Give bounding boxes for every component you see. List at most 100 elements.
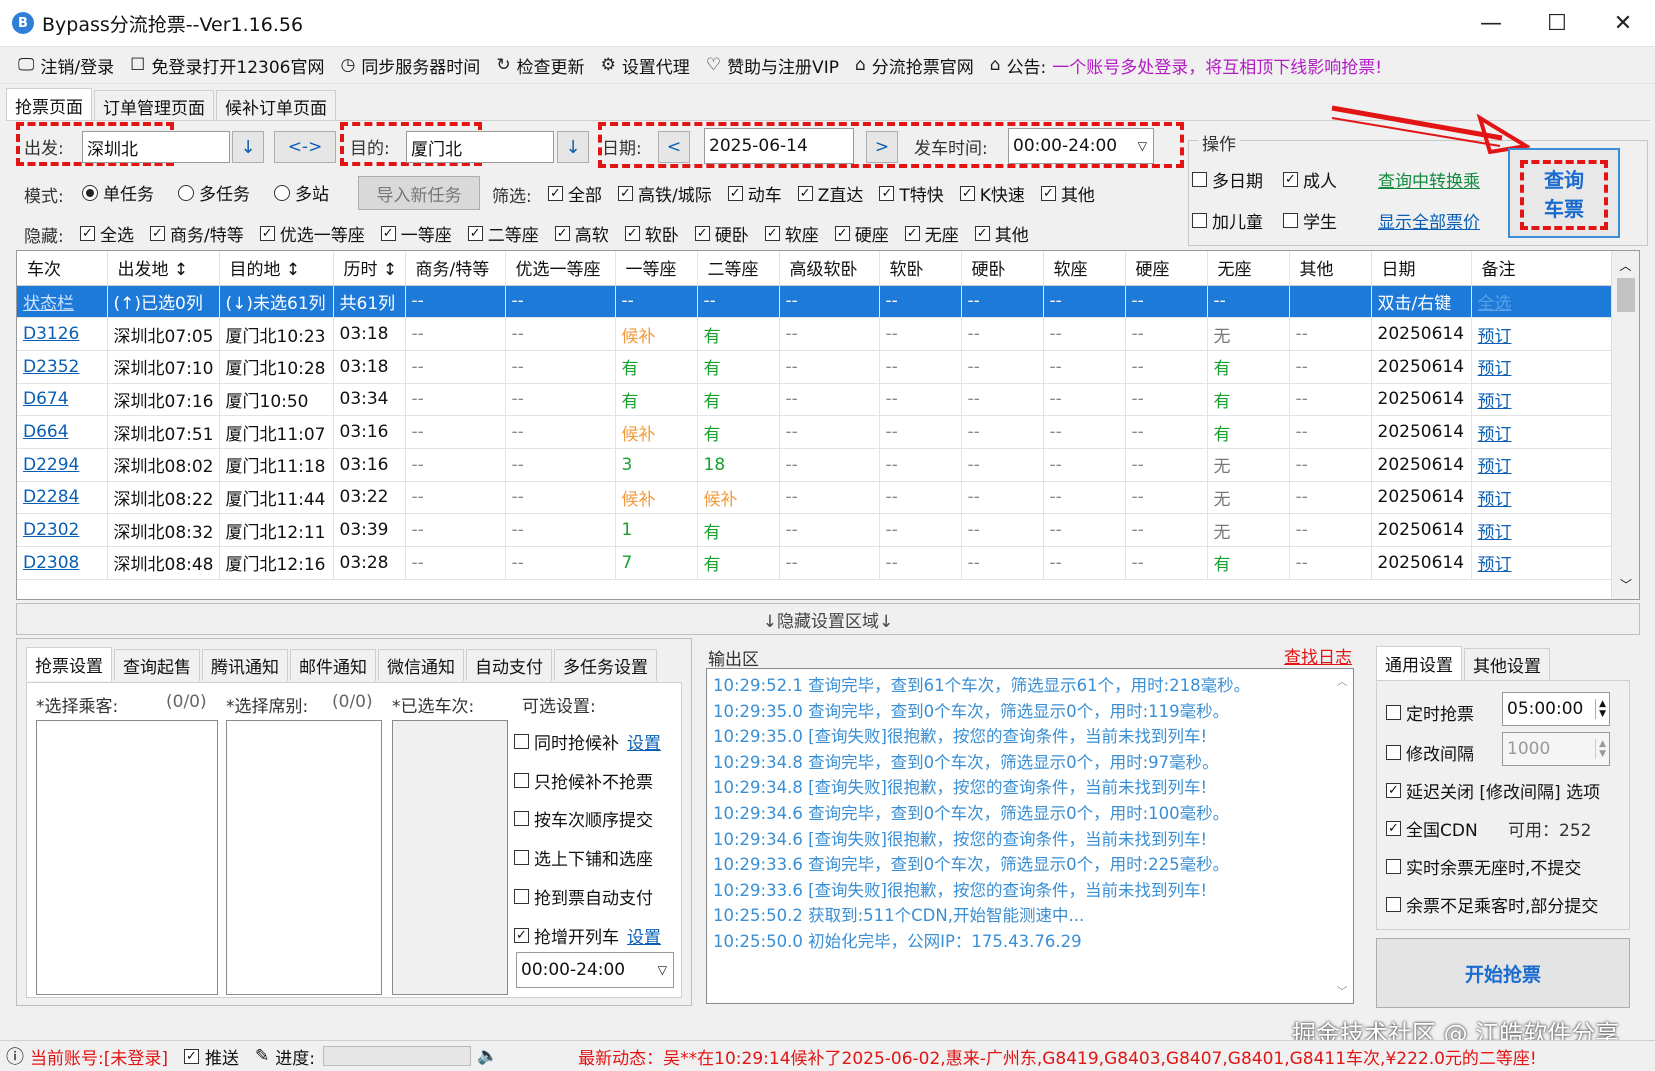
toolbar-sponsor-vip[interactable]: ♡ 赞助与注册VIP xyxy=(706,53,839,78)
option-2[interactable]: 按车次顺序提交 xyxy=(514,806,653,831)
settings-tab-3[interactable]: 邮件通知 xyxy=(290,649,376,681)
scroll-down-icon[interactable]: ﹀ xyxy=(1612,576,1639,593)
column-header[interactable]: 出发地 ↕ xyxy=(107,251,220,286)
train-number-link[interactable]: D2294 xyxy=(17,448,108,482)
filter-3[interactable]: ✓ Z直达 xyxy=(797,181,863,206)
hide-6[interactable]: ✓ 软卧 xyxy=(624,221,679,246)
option-settings-link[interactable]: 设置 xyxy=(627,729,661,754)
column-header[interactable]: 目的地 ↕ xyxy=(219,251,334,286)
start-grab-button[interactable]: 开始抢票 xyxy=(1376,938,1630,1008)
hide-9[interactable]: ✓ 硬座 xyxy=(834,221,889,246)
hide-7[interactable]: ✓ 硬卧 xyxy=(694,221,749,246)
train-number-link[interactable]: D2302 xyxy=(17,513,108,547)
tab-orders[interactable]: 订单管理页面 xyxy=(94,90,214,122)
option-5[interactable]: ✓ 抢增开列车 xyxy=(514,923,619,948)
hide-1[interactable]: ✓ 商务/特等 xyxy=(150,221,244,246)
toolbar-open-12306[interactable]: ☐ 免登录打开12306官网 xyxy=(130,53,324,78)
column-header[interactable]: 二等座 xyxy=(697,251,780,286)
speaker-icon[interactable]: 🔈 xyxy=(477,1046,498,1066)
filter-0[interactable]: ✓ 全部 xyxy=(548,181,602,206)
hide-8[interactable]: ✓ 软座 xyxy=(764,221,819,246)
grid-scrollbar[interactable]: ︿ ﹀ xyxy=(1611,251,1639,599)
column-header[interactable]: 车次 xyxy=(17,251,108,286)
filter-5[interactable]: ✓ K快速 xyxy=(959,181,1025,206)
book-link[interactable]: 预订 xyxy=(1471,481,1622,515)
general-tab-0[interactable]: 通用设置 xyxy=(1376,646,1462,680)
option-0[interactable]: 同时抢候补 xyxy=(514,729,619,754)
output-log[interactable]: 10:29:52.1 查询完毕，查到61个车次，筛选显示61个，用时:218毫秒… xyxy=(706,668,1354,1004)
train-number-link[interactable]: D2284 xyxy=(17,481,108,515)
column-header[interactable]: 硬座 xyxy=(1125,251,1208,286)
settings-tab-2[interactable]: 腾讯通知 xyxy=(202,649,288,681)
status-cell[interactable]: 全选 xyxy=(1471,285,1622,319)
import-task-button[interactable]: 导入新任务 xyxy=(358,176,480,210)
adult-checkbox[interactable]: ✓ 成人 xyxy=(1283,167,1337,192)
filter-6[interactable]: ✓ 其他 xyxy=(1040,181,1095,206)
tab-waitlist-orders[interactable]: 候补订单页面 xyxy=(216,90,336,122)
settings-tab-1[interactable]: 查询起售 xyxy=(114,649,200,681)
add-child-checkbox[interactable]: 加儿童 xyxy=(1192,208,1263,233)
find-log-link[interactable]: 查找日志 xyxy=(1284,643,1352,668)
scroll-thumb[interactable] xyxy=(1616,278,1635,312)
scroll-up-icon[interactable]: ︿ xyxy=(1331,673,1353,689)
table-row[interactable]: D674 深圳北07:16 厦门10:50 03:34 -- -- 有有 -- -- -- -- --… xyxy=(17,383,1622,417)
seat-list[interactable] xyxy=(226,720,382,995)
table-row[interactable]: D664 深圳北07:51 厦门北11:07 03:16 -- -- 候补有 -- -- -- --… xyxy=(17,415,1622,449)
column-header[interactable]: 软座 xyxy=(1043,251,1126,286)
filter-1[interactable]: ✓ 高铁/城际 xyxy=(618,181,712,206)
book-link[interactable]: 预订 xyxy=(1471,317,1622,351)
options-time-select[interactable]: 00:00-24:00 ▽ xyxy=(516,952,674,988)
cdn-checkbox[interactable]: ✓ 全国CDN xyxy=(1386,816,1478,841)
tab-grab-tickets[interactable]: 抢票页面 xyxy=(6,88,92,122)
show-all-price-link[interactable]: 显示全部票价 xyxy=(1378,208,1480,233)
passenger-list[interactable] xyxy=(36,720,218,995)
filter-2[interactable]: ✓ 动车 xyxy=(727,181,782,206)
status-cell[interactable]: 状态栏 xyxy=(17,285,108,319)
mode-single-radio[interactable]: 单任务 xyxy=(82,180,154,205)
book-link[interactable]: 预订 xyxy=(1471,513,1622,547)
table-row[interactable]: D2308 深圳北08:48 厦门北12:16 03:28 -- -- 7 有 -- -- -- --… xyxy=(17,546,1622,580)
column-header[interactable]: 硬卧 xyxy=(961,251,1044,286)
train-number-link[interactable]: D3126 xyxy=(17,317,108,351)
spinner-icon[interactable]: ▲ ▼ xyxy=(1595,739,1609,759)
swap-button[interactable]: <-> xyxy=(274,131,336,163)
option-3[interactable]: 选上下铺和选座 xyxy=(514,845,653,870)
hide-4[interactable]: ✓ 二等座 xyxy=(467,221,539,246)
option-4[interactable]: 抢到票自动支付 xyxy=(514,884,653,909)
minimize-button[interactable]: — xyxy=(1458,0,1524,46)
settings-tab-6[interactable]: 多任务设置 xyxy=(554,649,657,681)
option-1[interactable]: 只抢候补不抢票 xyxy=(514,768,653,793)
column-header[interactable]: 高级软卧 xyxy=(779,251,880,286)
maximize-button[interactable]: ☐ xyxy=(1524,0,1590,46)
train-number-link[interactable]: D674 xyxy=(17,383,108,417)
settings-tab-0[interactable]: 抢票设置 xyxy=(26,647,112,681)
toolbar-official-site[interactable]: ⌂ 分流抢票官网 xyxy=(855,53,974,78)
filter-4[interactable]: ✓ T特快 xyxy=(879,181,944,206)
column-header[interactable]: 商务/特等 xyxy=(405,251,506,286)
table-row[interactable]: D2284 深圳北08:22 厦门北11:44 03:22 -- -- 候补 候补 -- -- --… xyxy=(17,481,1622,515)
scroll-up-icon[interactable]: ︿ xyxy=(1612,257,1639,274)
selected-trains-list[interactable] xyxy=(392,720,508,995)
column-header[interactable]: 其他 xyxy=(1289,251,1372,286)
column-header[interactable]: 无座 xyxy=(1207,251,1290,286)
mode-multi-station-radio[interactable]: 多站 xyxy=(274,180,329,205)
account-status[interactable]: 当前账号:[未登录] xyxy=(30,1044,168,1069)
close-button[interactable]: ✕ xyxy=(1590,0,1655,46)
timed-grab-checkbox[interactable]: 定时抢票 xyxy=(1386,700,1474,725)
settings-tab-5[interactable]: 自动支付 xyxy=(466,649,552,681)
toolbar-sync-time[interactable]: ◷ 同步服务器时间 xyxy=(340,53,480,78)
partial-submit-checkbox[interactable]: 余票不足乘客时,部分提交 xyxy=(1386,892,1598,917)
table-row[interactable]: D2302 深圳北08:32 厦门北12:11 03:39 -- -- 1 有 -- -- -- --… xyxy=(17,513,1622,547)
mode-multi-radio[interactable]: 多任务 xyxy=(178,180,250,205)
hide-3[interactable]: ✓ 一等座 xyxy=(380,221,452,246)
student-checkbox[interactable]: 学生 xyxy=(1283,208,1337,233)
status-row[interactable]: 状态栏 (↑)已选0列 (↓)未选61列 共61列 -- -- -- -- -- -- -- -- --… xyxy=(17,285,1622,319)
push-label[interactable]: 推送 xyxy=(205,1044,239,1069)
depart-time-select[interactable]: 00:00-24:00 ▽ xyxy=(1008,128,1154,164)
log-scrollbar[interactable]: ︿ ﹀ xyxy=(1331,669,1353,1003)
train-number-link[interactable]: D664 xyxy=(17,415,108,449)
column-header[interactable]: 一等座 xyxy=(615,251,698,286)
train-number-link[interactable]: D2352 xyxy=(17,350,108,384)
to-dropdown-button[interactable]: ↓ xyxy=(557,131,589,163)
scroll-down-icon[interactable]: ﹀ xyxy=(1331,983,1353,999)
